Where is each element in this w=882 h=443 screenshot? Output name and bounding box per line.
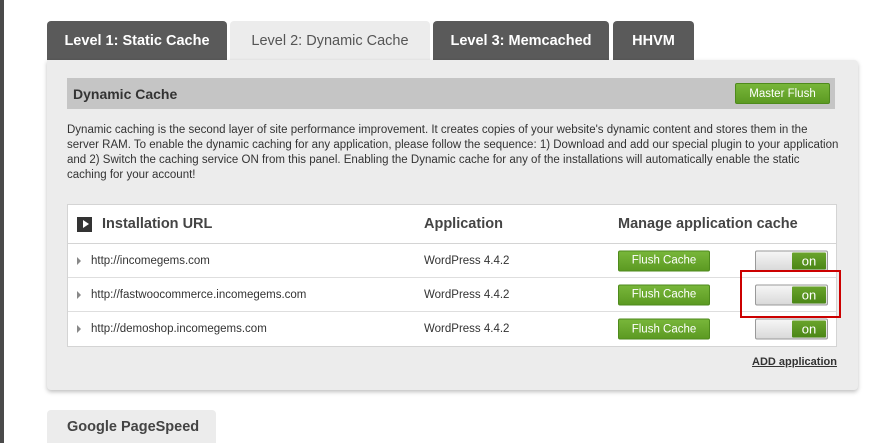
installation-url: http://incomegems.com — [91, 254, 210, 267]
flush-cache-button[interactable]: Flush Cache — [618, 250, 710, 271]
installations-table: Installation URL Application Manage appl… — [67, 204, 837, 347]
section-description: Dynamic caching is the second layer of s… — [67, 124, 839, 181]
add-application-link[interactable]: ADD application — [752, 356, 837, 368]
expand-arrow-icon[interactable] — [77, 325, 81, 333]
cache-toggle[interactable]: on — [755, 318, 828, 340]
flush-cache-button[interactable]: Flush Cache — [618, 284, 710, 305]
toggle-on-label: on — [792, 320, 826, 338]
table-row: http://fastwoocommerce.incomegems.com Wo… — [68, 278, 836, 312]
installation-url: http://demoshop.incomegems.com — [91, 323, 267, 335]
tab-level-2-dynamic-cache[interactable]: Level 2: Dynamic Cache — [230, 21, 430, 61]
flush-cache-button[interactable]: Flush Cache — [618, 318, 710, 340]
toggle-on-label: on — [792, 252, 826, 269]
tab-level-1-static-cache[interactable]: Level 1: Static Cache — [47, 21, 227, 60]
header-manage-cache: Manage application cache — [618, 216, 798, 232]
application-name: WordPress 4.4.2 — [424, 288, 510, 301]
section-header: Dynamic Cache Master Flush — [67, 78, 835, 109]
table-header: Installation URL Application Manage appl… — [68, 205, 836, 244]
table-row: http://incomegems.com WordPress 4.4.2 Fl… — [68, 244, 836, 278]
tab-level-3-memcached[interactable]: Level 3: Memcached — [433, 21, 609, 60]
master-flush-button[interactable]: Master Flush — [735, 83, 830, 104]
highlight-box — [740, 270, 841, 318]
header-url-label: Installation URL — [102, 216, 213, 232]
application-name: WordPress 4.4.2 — [424, 254, 510, 267]
header-installation-url: Installation URL — [77, 216, 212, 232]
table-row: http://demoshop.incomegems.com WordPress… — [68, 312, 836, 346]
collapse-all-icon[interactable] — [77, 216, 92, 232]
tab-google-pagespeed[interactable]: Google PageSpeed — [47, 410, 216, 443]
dynamic-cache-panel: Dynamic Cache Master Flush Dynamic cachi… — [47, 60, 858, 390]
header-application: Application — [424, 216, 503, 232]
application-name: WordPress 4.4.2 — [424, 323, 510, 335]
expand-arrow-icon[interactable] — [77, 256, 81, 265]
cache-toggle[interactable]: on — [755, 250, 828, 271]
expand-arrow-icon[interactable] — [77, 290, 81, 299]
section-title: Dynamic Cache — [73, 85, 178, 102]
installation-url: http://fastwoocommerce.incomegems.com — [91, 288, 307, 301]
left-edge-bar — [0, 0, 4, 443]
tab-hhvm[interactable]: HHVM — [613, 21, 694, 60]
